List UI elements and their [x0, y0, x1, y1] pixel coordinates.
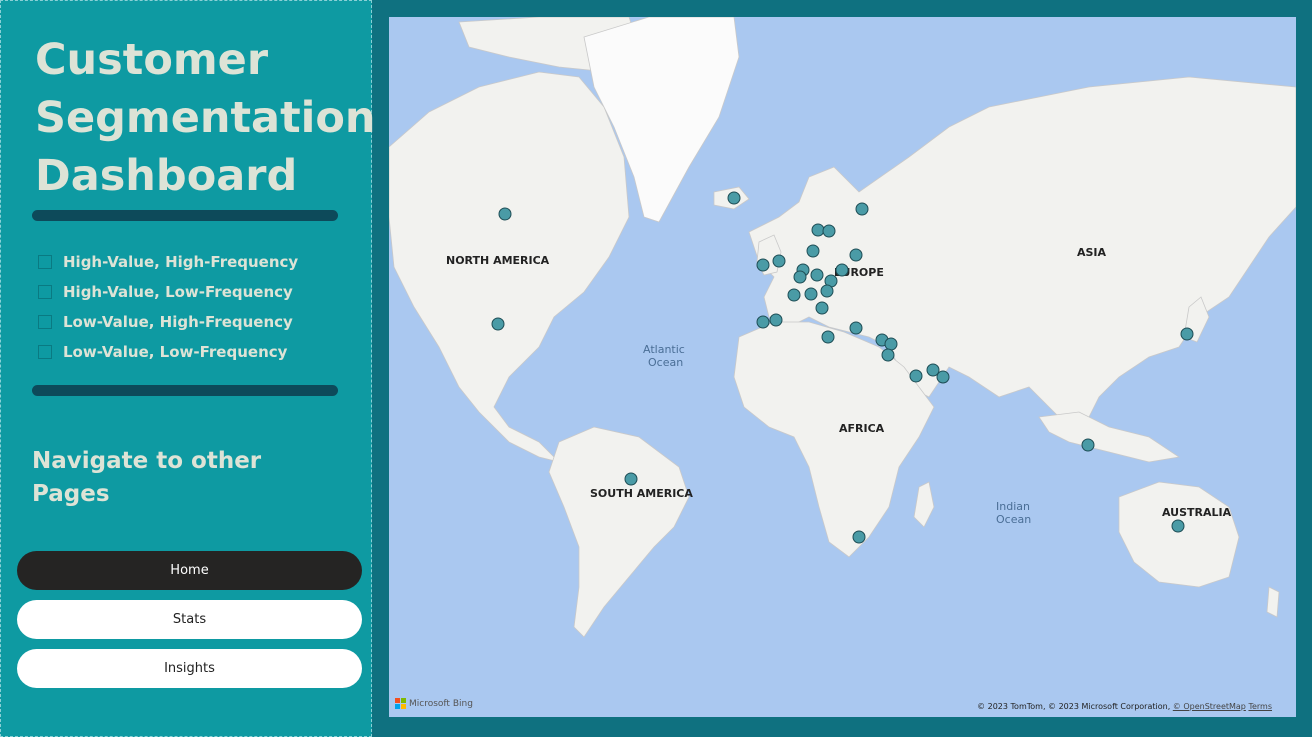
legend-checkbox[interactable] — [38, 285, 52, 299]
map-attribution: © 2023 TomTom, © 2023 Microsoft Corporat… — [977, 702, 1272, 711]
location-marker[interactable] — [821, 330, 835, 344]
location-marker[interactable] — [756, 258, 770, 272]
location-marker[interactable] — [772, 254, 786, 268]
location-marker[interactable] — [756, 315, 770, 329]
australia-land — [1118, 481, 1240, 588]
continent-label: AUSTRALIA — [1162, 506, 1232, 519]
continent-label: SOUTH AMERICA — [590, 487, 693, 500]
divider — [32, 385, 338, 396]
location-marker[interactable] — [804, 287, 818, 301]
location-marker[interactable] — [1180, 327, 1194, 341]
location-marker[interactable] — [820, 284, 834, 298]
location-marker[interactable] — [810, 268, 824, 282]
location-marker[interactable] — [811, 223, 825, 237]
terms-link[interactable]: Terms — [1248, 702, 1272, 711]
map-provider-name: Microsoft Bing — [409, 698, 473, 709]
stats-button[interactable]: Stats — [17, 600, 362, 639]
legend-item[interactable]: High-Value, High-Frequency — [38, 247, 298, 277]
ocean-label-line: Ocean — [648, 356, 683, 369]
legend-checkbox[interactable] — [38, 315, 52, 329]
dashboard-title: Customer Segmentation Dashboard — [35, 31, 376, 205]
location-marker[interactable] — [769, 313, 783, 327]
location-marker[interactable] — [806, 244, 820, 258]
location-marker[interactable] — [491, 317, 505, 331]
legend-label: High-Value, High-Frequency — [63, 253, 299, 271]
location-marker[interactable] — [1171, 519, 1185, 533]
location-marker[interactable] — [727, 191, 741, 205]
title-line: Dashboard — [35, 151, 298, 201]
segment-legend: High-Value, High-Frequency High-Value, L… — [38, 247, 298, 367]
location-marker[interactable] — [1081, 438, 1095, 452]
title-line: Segmentation — [35, 93, 376, 143]
attribution-text: © 2023 TomTom, © 2023 Microsoft Corporat… — [977, 702, 1171, 711]
new-zealand-land — [1266, 586, 1280, 618]
continent-label: AFRICA — [839, 422, 885, 435]
location-marker[interactable] — [498, 207, 512, 221]
world-map[interactable]: NORTH AMERICA SOUTH AMERICA EUROPE AFRIC… — [389, 17, 1296, 717]
legend-label: Low-Value, Low-Frequency — [63, 343, 288, 361]
location-marker[interactable] — [624, 472, 638, 486]
location-marker[interactable] — [855, 202, 869, 216]
legend-label: Low-Value, High-Frequency — [63, 313, 293, 331]
microsoft-logo-icon — [395, 698, 406, 709]
legend-item[interactable]: Low-Value, Low-Frequency — [38, 337, 298, 367]
north-america-land — [389, 71, 630, 463]
divider — [32, 210, 338, 221]
location-marker[interactable] — [881, 348, 895, 362]
madagascar-land — [913, 481, 935, 528]
location-marker[interactable] — [787, 288, 801, 302]
legend-checkbox[interactable] — [38, 255, 52, 269]
location-marker[interactable] — [852, 530, 866, 544]
legend-item[interactable]: High-Value, Low-Frequency — [38, 277, 298, 307]
location-marker[interactable] — [815, 301, 829, 315]
map-provider-logo: Microsoft Bing — [395, 698, 473, 709]
ocean-label-line: Indian — [996, 500, 1030, 513]
location-marker[interactable] — [909, 369, 923, 383]
location-marker[interactable] — [936, 370, 950, 384]
location-marker[interactable] — [822, 224, 836, 238]
title-line: Customer — [35, 35, 269, 85]
location-marker[interactable] — [849, 248, 863, 262]
insights-button[interactable]: Insights — [17, 649, 362, 688]
location-marker[interactable] — [884, 337, 898, 351]
legend-label: High-Value, Low-Frequency — [63, 283, 293, 301]
south-america-land — [548, 426, 690, 638]
sidebar: Customer Segmentation Dashboard High-Val… — [0, 0, 376, 737]
home-button[interactable]: Home — [17, 551, 362, 590]
nav-heading: Navigate to other Pages — [32, 448, 262, 507]
location-marker[interactable] — [793, 270, 807, 284]
location-marker[interactable] — [849, 321, 863, 335]
location-marker[interactable] — [835, 263, 849, 277]
ocean-label-line: Atlantic — [643, 343, 685, 356]
continent-label: ASIA — [1077, 246, 1107, 259]
southeast-asia-islands-land — [1038, 411, 1181, 463]
ocean-label-line: Ocean — [996, 513, 1031, 526]
map-canvas: NORTH AMERICA SOUTH AMERICA EUROPE AFRIC… — [389, 17, 1296, 638]
legend-item[interactable]: Low-Value, High-Frequency — [38, 307, 298, 337]
landmasses — [389, 17, 1296, 638]
continent-label: NORTH AMERICA — [446, 254, 550, 267]
openstreetmap-link[interactable]: © OpenStreetMap — [1173, 702, 1246, 711]
ocean-label: Atlantic Ocean — [643, 343, 688, 369]
legend-checkbox[interactable] — [38, 345, 52, 359]
ocean-label: Indian Ocean — [996, 500, 1033, 526]
